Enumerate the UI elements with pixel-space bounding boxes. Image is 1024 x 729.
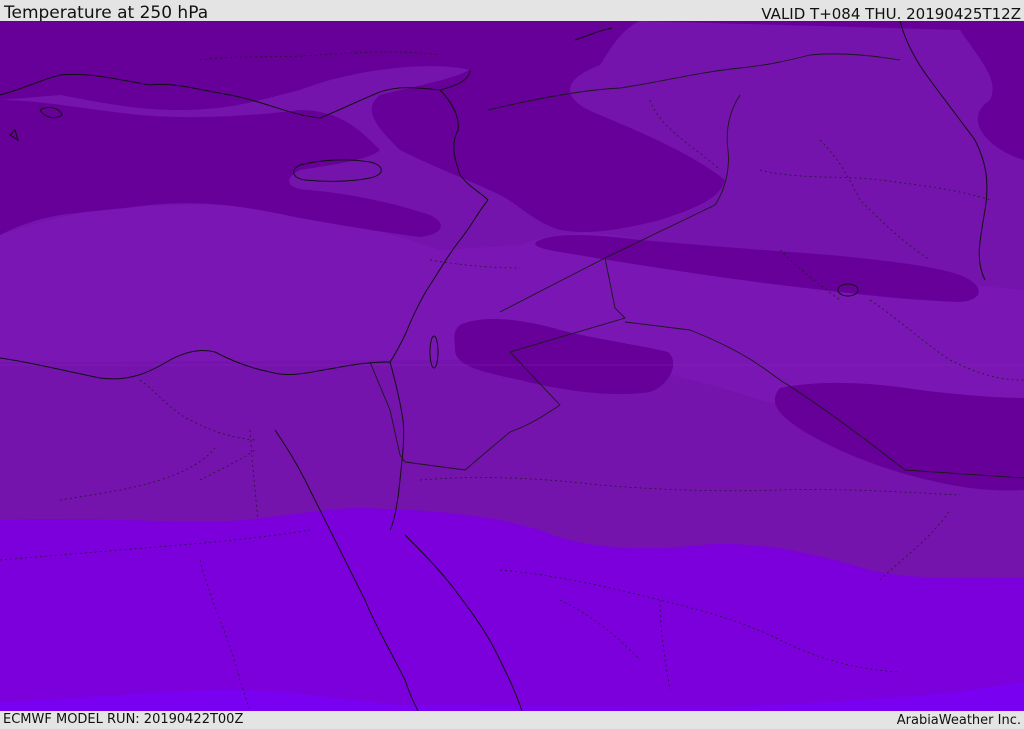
credit-label: ArabiaWeather Inc.: [896, 713, 1021, 728]
map-canvas: [0, 21, 1024, 711]
footer-bar: ECMWF MODEL RUN: 20190422T00Z ArabiaWeat…: [0, 711, 1024, 729]
map-title: Temperature at 250 hPa: [4, 3, 209, 23]
model-run-label: ECMWF MODEL RUN: 20190422T00Z: [3, 712, 244, 727]
header-bar: Temperature at 250 hPa VALID T+084 THU. …: [0, 0, 1024, 23]
temperature-map[interactable]: [0, 21, 1024, 711]
